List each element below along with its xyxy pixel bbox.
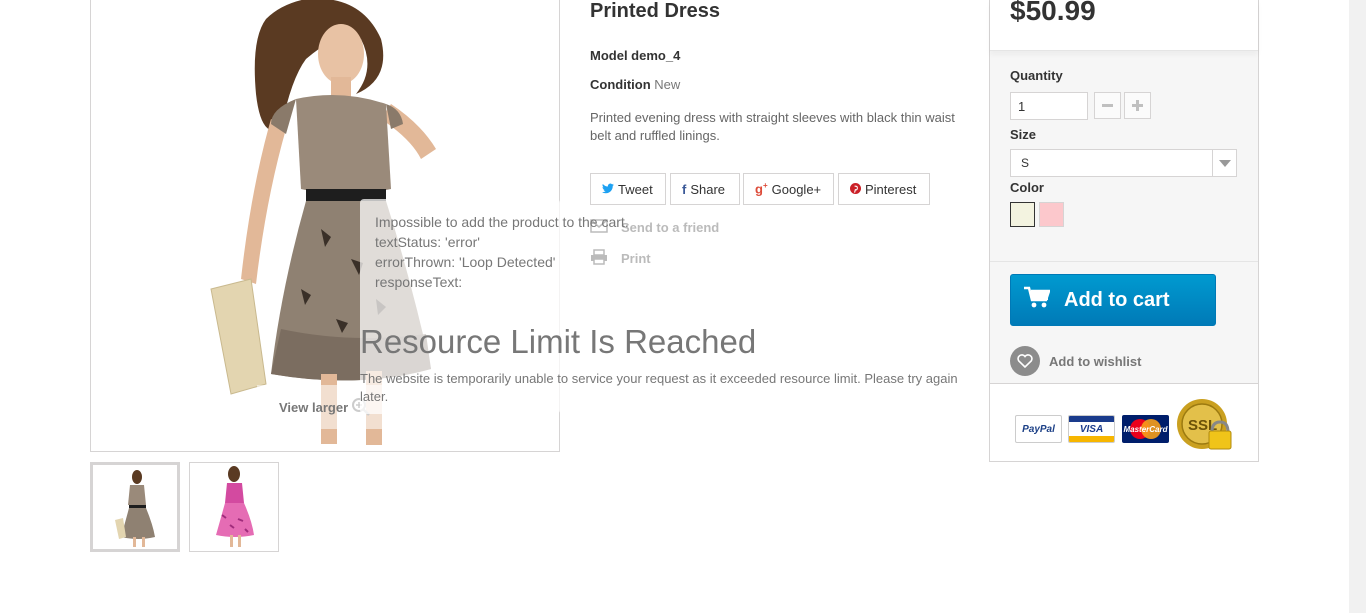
add-to-wishlist-link[interactable]: Add to wishlist: [1010, 346, 1141, 376]
color-label: Color: [1010, 180, 1044, 195]
print-link[interactable]: Print: [590, 249, 651, 268]
quantity-increase-button[interactable]: [1124, 92, 1151, 119]
pinterest-icon: [850, 182, 861, 197]
printer-icon: [590, 249, 608, 268]
product-title: Printed Dress: [590, 0, 721, 22]
shopping-cart-icon: [1024, 286, 1051, 314]
product-model: Model demo_4: [590, 48, 681, 63]
error-heading: Resource Limit Is Reached: [360, 323, 757, 360]
color-swatch-beige[interactable]: [1010, 202, 1035, 227]
share-label: Share: [690, 181, 726, 197]
thumbnail-pink-dress-image: [216, 466, 254, 547]
color-swatch-pink[interactable]: [1039, 202, 1064, 227]
size-label: Size: [1010, 127, 1037, 142]
view-larger-label: View larger: [279, 399, 349, 415]
pinterest-button[interactable]: Pinterest: [838, 173, 930, 205]
google-plus-button[interactable]: g+ Google+: [743, 173, 834, 205]
page-scrollbar[interactable]: [1349, 0, 1366, 613]
error-response-text: responseText:: [375, 274, 463, 290]
thumbnail-dress-image: [115, 470, 155, 547]
heart-icon: [1010, 346, 1040, 376]
condition-label: Condition: [590, 77, 651, 92]
quantity-label: Quantity: [1010, 68, 1063, 83]
error-text-status: textStatus: 'error': [375, 234, 480, 250]
mastercard-logo: MasterCard: [1122, 415, 1169, 443]
add-to-cart-label: Add to cart: [1064, 288, 1170, 311]
tweet-label: Tweet: [618, 181, 653, 197]
quantity-decrease-button[interactable]: [1094, 92, 1121, 119]
error-thrown: errorThrown: 'Loop Detected': [375, 254, 556, 270]
paypal-logo: PayPal: [1015, 415, 1062, 443]
tweet-button[interactable]: Tweet: [590, 173, 666, 205]
twitter-icon: [602, 182, 614, 197]
pinterest-label: Pinterest: [865, 181, 917, 197]
error-body: The website is temporarily unable to ser…: [360, 371, 958, 404]
size-select[interactable]: S: [1010, 149, 1237, 177]
error-message-line: Impossible to add the product to the car…: [375, 214, 629, 230]
product-description: Printed evening dress with straight slee…: [590, 110, 955, 143]
facebook-share-button[interactable]: f Share: [670, 173, 740, 205]
send-to-friend-label: Send to a friend: [621, 220, 720, 235]
size-selected-value: S: [1021, 156, 1030, 170]
mastercard-logo-text: MasterCard: [1123, 424, 1168, 434]
wishlist-label: Add to wishlist: [1049, 353, 1142, 369]
add-to-cart-button[interactable]: Add to cart: [1010, 274, 1216, 326]
quantity-input[interactable]: [1010, 92, 1088, 120]
price-area: $50.99: [990, 0, 1258, 51]
visa-logo-text: VISA: [1079, 423, 1104, 435]
thumbnail-1[interactable]: [90, 462, 180, 552]
chevron-down-icon: [1212, 150, 1236, 176]
print-label: Print: [621, 251, 651, 266]
facebook-icon: f: [682, 181, 687, 197]
visa-logo: VISA: [1068, 415, 1115, 443]
google-plus-icon: g+: [755, 181, 768, 197]
product-condition: Condition New: [590, 77, 680, 92]
product-price: $50.99: [1010, 0, 1096, 26]
buy-box: $50.99 Quantity Size S Color Add to cart…: [989, 0, 1259, 462]
thumbnail-2[interactable]: [189, 462, 279, 552]
ssl-seal-logo: SSL: [1174, 397, 1236, 460]
condition-value: New: [654, 77, 681, 92]
minus-icon: [1102, 104, 1113, 107]
plus-icon: [1132, 100, 1143, 111]
google-plus-label: Google+: [771, 181, 822, 197]
